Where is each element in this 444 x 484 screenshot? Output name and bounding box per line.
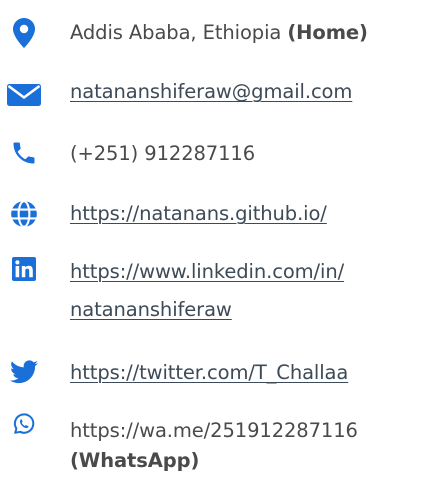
linkedin-link-line1[interactable]: https://www.linkedin.com/in/ (70, 255, 344, 289)
globe-icon (6, 200, 42, 228)
whatsapp-icon (6, 412, 42, 436)
twitter-icon (6, 360, 42, 384)
phone-icon (6, 139, 42, 167)
location-text: Addis Ababa, Ethiopia (Home) (70, 16, 368, 50)
twitter-link[interactable]: https://twitter.com/T_Challaa (70, 356, 348, 390)
contact-list: Addis Ababa, Ethiopia (Home) natananshif… (0, 0, 444, 484)
linkedin-link-line2[interactable]: natananshiferaw (70, 293, 232, 327)
website-link[interactable]: https://natanans.github.io/ (70, 197, 327, 231)
phone-number: (+251) 912287116 (70, 142, 256, 165)
email-link[interactable]: natananshiferaw@gmail.com (70, 75, 352, 109)
envelope-icon (6, 84, 42, 106)
map-pin-icon (6, 18, 42, 48)
location-city: Addis Ababa, Ethiopia (70, 21, 282, 44)
whatsapp-link[interactable]: https://wa.me/251912287116 (70, 414, 358, 448)
linkedin-icon (6, 257, 42, 281)
location-label: (Home) (287, 21, 368, 44)
whatsapp-label: (WhatsApp) (70, 449, 200, 472)
